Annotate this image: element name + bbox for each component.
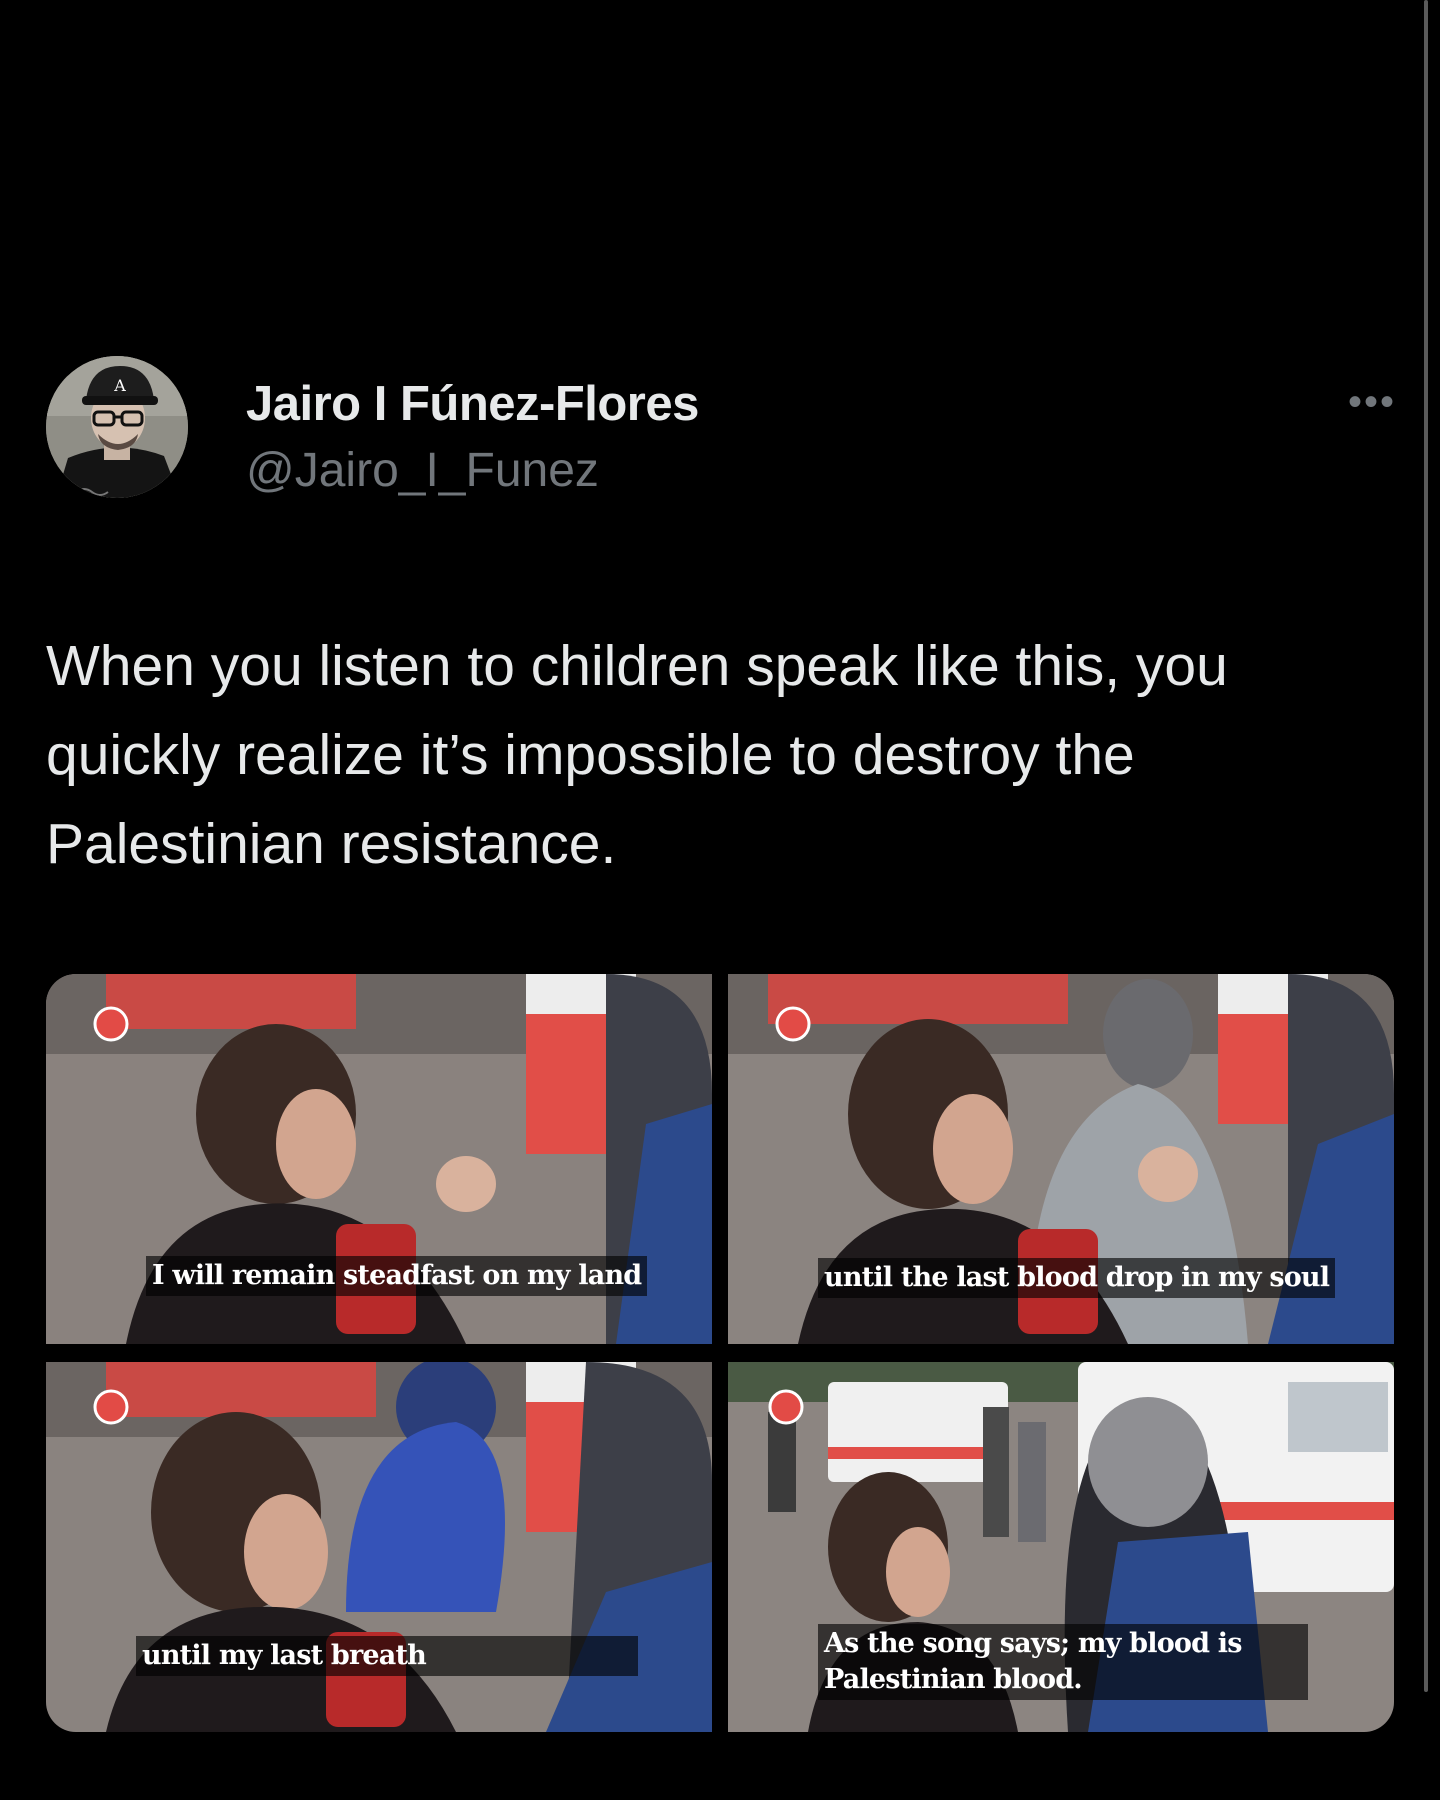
media-frame-3[interactable]: until my last breath xyxy=(46,1362,712,1732)
scrollbar[interactable] xyxy=(1424,0,1428,1692)
media-frame-4[interactable]: As the song says; my blood is Palestinia… xyxy=(728,1362,1394,1732)
tweet-header: A Jairo I Fúnez-Flores @Jairo_I_Funez ••… xyxy=(46,356,1396,506)
user-handle[interactable]: @Jairo_I_Funez xyxy=(246,444,699,498)
avatar[interactable]: A xyxy=(46,356,188,498)
author-names: Jairo I Fúnez-Flores @Jairo_I_Funez xyxy=(246,376,699,498)
avatar-image: A xyxy=(46,356,188,498)
more-options-icon[interactable]: ••• xyxy=(1348,382,1396,422)
caption-3: until my last breath xyxy=(136,1636,638,1676)
svg-text:A: A xyxy=(113,376,126,395)
caption-2: until the last blood drop in my soul xyxy=(818,1258,1336,1298)
video-still-3 xyxy=(46,1362,712,1732)
media-frame-2[interactable]: until the last blood drop in my soul xyxy=(728,974,1394,1344)
caption-4: As the song says; my blood is Palestinia… xyxy=(818,1624,1308,1700)
caption-1: I will remain steadfast on my land xyxy=(146,1256,648,1296)
media-grid[interactable]: I will remain steadfast on my land until… xyxy=(46,974,1394,1732)
tweet-text: When you listen to children speak like t… xyxy=(46,634,1228,876)
media-frame-1[interactable]: I will remain steadfast on my land xyxy=(46,974,712,1344)
display-name[interactable]: Jairo I Fúnez-Flores xyxy=(246,376,699,432)
